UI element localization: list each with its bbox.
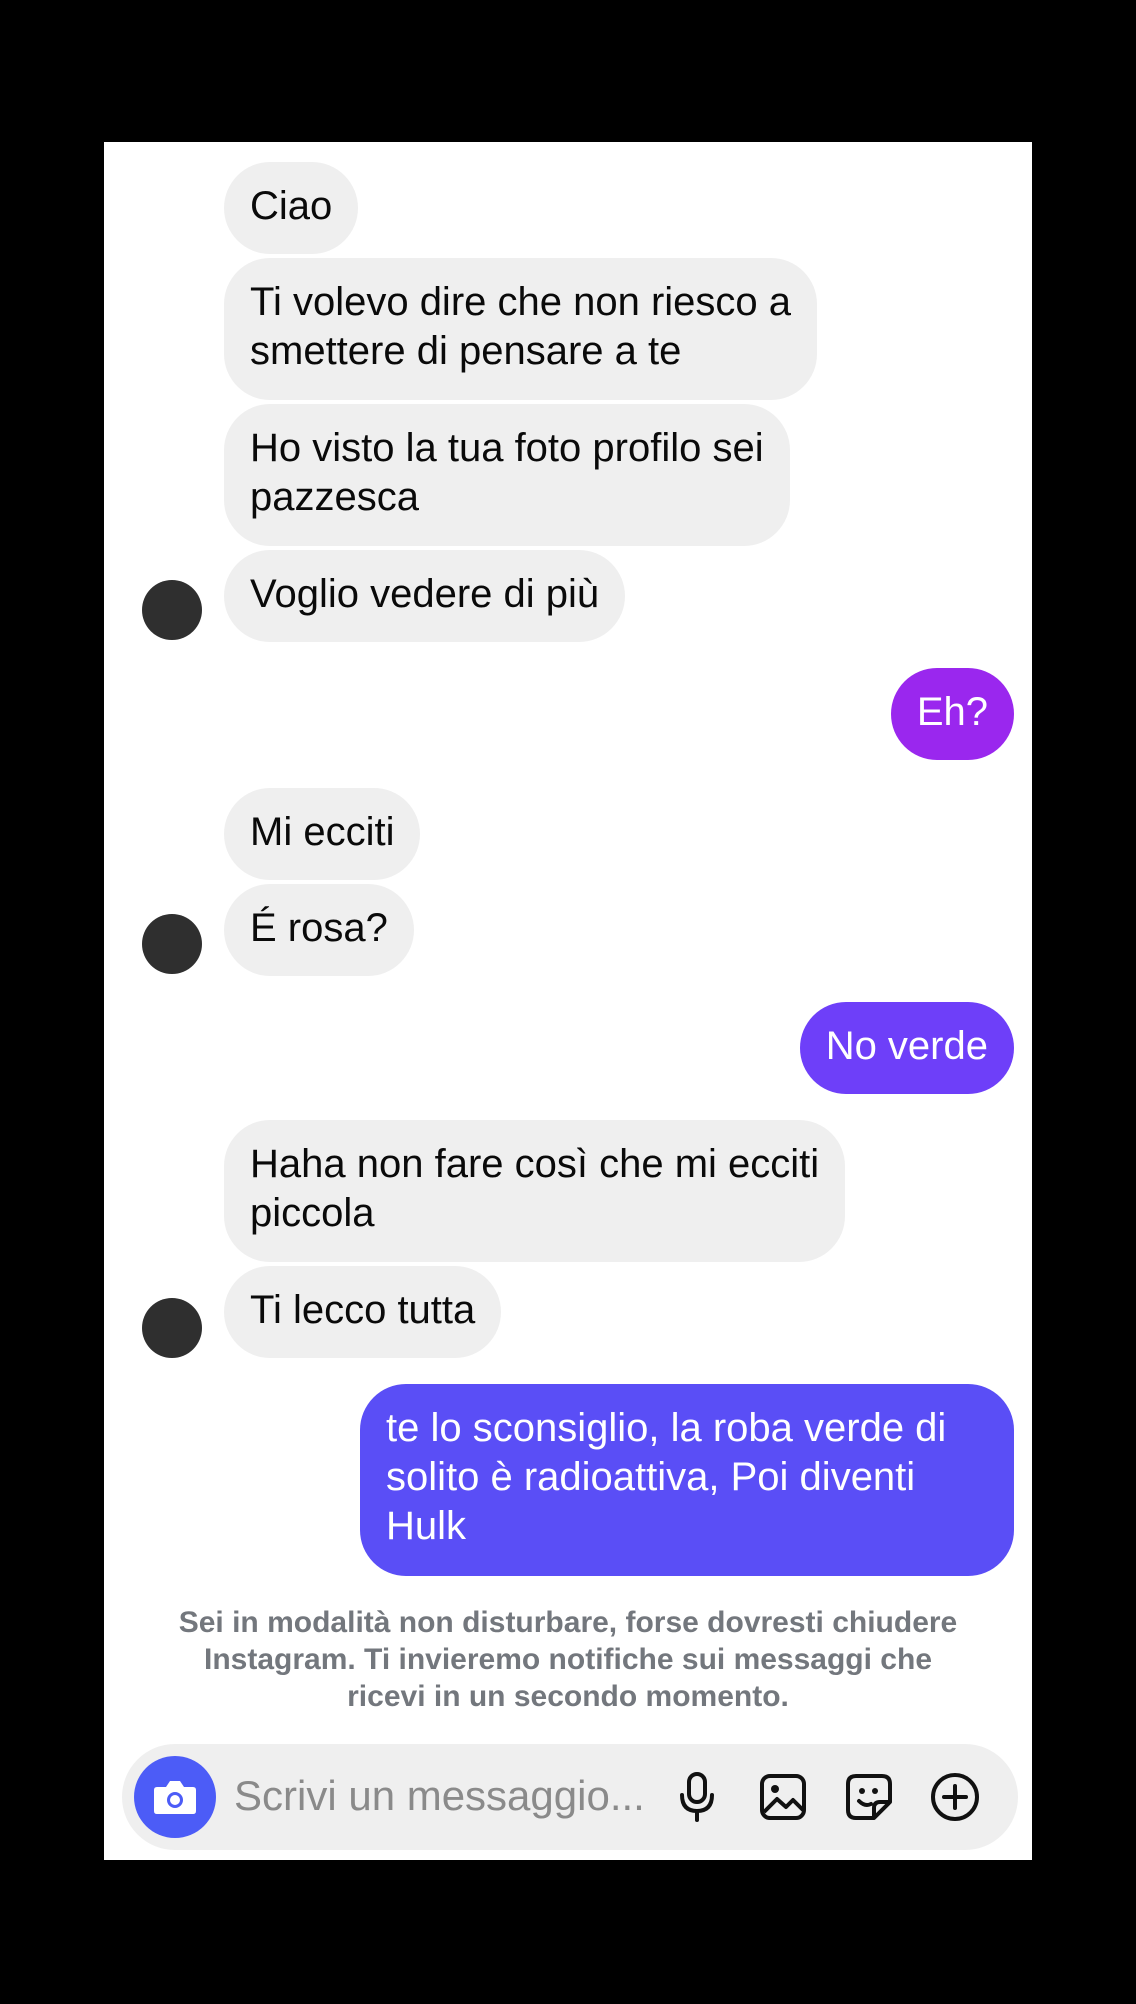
sender-avatar[interactable] xyxy=(142,914,202,974)
camera-button[interactable] xyxy=(134,1756,216,1838)
message-composer: Scrivi un messaggio... xyxy=(122,1744,1018,1850)
message-bubble[interactable]: Ho visto la tua foto profilo sei pazzesc… xyxy=(224,404,790,546)
sent-message-bubble[interactable]: te lo sconsiglio, la roba verde di solit… xyxy=(360,1384,1014,1576)
add-icon xyxy=(931,1773,979,1821)
message-bubble[interactable]: Voglio vedere di più xyxy=(224,550,626,642)
sent-message-bubble[interactable]: Eh? xyxy=(890,668,1014,760)
message-bubble[interactable]: É rosa? xyxy=(224,884,414,976)
add-button[interactable] xyxy=(926,1768,984,1826)
message-bubble[interactable]: Haha non fare così che mi ecciti piccola xyxy=(224,1120,846,1262)
do-not-disturb-notice: Sei in modalità non disturbare, forse do… xyxy=(178,1606,958,1713)
sender-avatar[interactable] xyxy=(142,580,202,640)
sticker-icon xyxy=(846,1774,892,1820)
microphone-button[interactable] xyxy=(668,1768,726,1826)
chat-screen: Ciao Ti volevo dire che non riesco a sme… xyxy=(104,142,1032,1860)
sent-message-bubble[interactable]: No verde xyxy=(799,1002,1014,1094)
gallery-icon xyxy=(760,1774,806,1820)
sender-avatar[interactable] xyxy=(142,1298,202,1358)
microphone-icon xyxy=(680,1772,714,1822)
message-input[interactable]: Scrivi un messaggio... xyxy=(234,1771,674,1821)
sticker-button[interactable] xyxy=(840,1768,898,1826)
camera-icon xyxy=(154,1781,196,1814)
message-bubble[interactable]: Mi ecciti xyxy=(224,788,421,880)
message-bubble[interactable]: Ciao xyxy=(224,162,359,254)
message-bubble[interactable]: Ti volevo dire che non riesco a smettere… xyxy=(224,258,818,400)
message-bubble[interactable]: Ti lecco tutta xyxy=(224,1266,502,1358)
gallery-button[interactable] xyxy=(754,1768,812,1826)
